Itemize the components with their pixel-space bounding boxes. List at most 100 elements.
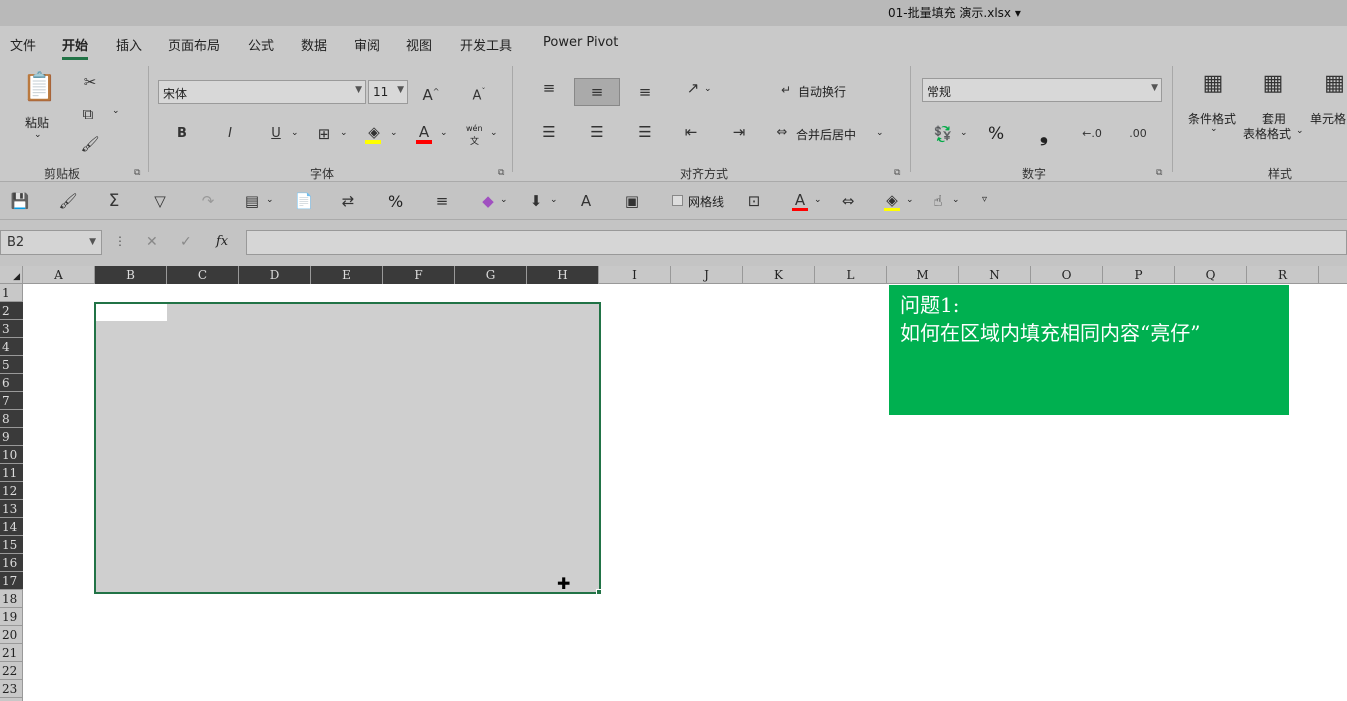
- row-23[interactable]: 23: [0, 680, 23, 698]
- tab-home[interactable]: 开始: [62, 35, 89, 60]
- column-h[interactable]: H: [527, 266, 599, 284]
- column-o[interactable]: O: [1031, 266, 1103, 284]
- format-painter-icon[interactable]: 🖌: [58, 191, 78, 211]
- percent-style-button[interactable]: %: [988, 124, 1004, 144]
- row-6[interactable]: 6: [0, 374, 23, 392]
- fill-color-dropdown-icon[interactable]: ⌄: [906, 195, 914, 205]
- merge-icon[interactable]: ⇔: [838, 191, 858, 211]
- cell-styles-button[interactable]: 单元格: [1310, 110, 1346, 127]
- fill-color-icon[interactable]: ◈: [882, 190, 902, 210]
- row-13[interactable]: 13: [0, 500, 23, 518]
- column-a[interactable]: A: [23, 266, 95, 284]
- align-top-icon[interactable]: ≡: [538, 78, 560, 98]
- column-e[interactable]: E: [311, 266, 383, 284]
- column-i[interactable]: I: [599, 266, 671, 284]
- row-18[interactable]: 18: [0, 590, 23, 608]
- tab-insert[interactable]: 插入: [116, 35, 142, 54]
- tab-file[interactable]: 文件: [10, 35, 36, 54]
- row-8[interactable]: 8: [0, 410, 23, 428]
- wrap-text-button[interactable]: 自动换行: [798, 83, 846, 100]
- font-color-icon[interactable]: A: [790, 190, 810, 210]
- column-m[interactable]: M: [887, 266, 959, 284]
- italic-icon[interactable]: I: [220, 124, 240, 144]
- decrease-decimal-icon[interactable]: .00: [1126, 124, 1150, 144]
- row-10[interactable]: 10: [0, 446, 23, 464]
- font-color-dropdown-icon[interactable]: ⌄: [440, 128, 448, 138]
- clear-icon[interactable]: ◆: [478, 191, 498, 211]
- merge-center-icon[interactable]: ⇔: [772, 123, 792, 143]
- format-painter-icon[interactable]: 🖌: [80, 134, 100, 154]
- row-11[interactable]: 11: [0, 464, 23, 482]
- select-all-corner[interactable]: ◢: [0, 266, 23, 284]
- tab-power-pivot[interactable]: Power Pivot: [543, 35, 618, 50]
- font-size-combo[interactable]: 11 ▼: [368, 80, 408, 104]
- accounting-format-icon[interactable]: 💱: [932, 124, 954, 144]
- paste-dropdown-icon[interactable]: ⌄: [34, 130, 42, 140]
- underline-icon[interactable]: U: [266, 124, 286, 144]
- copy-dropdown-icon[interactable]: ⌄: [112, 106, 120, 116]
- formula-bar-more-icon[interactable]: ⋮: [114, 234, 126, 248]
- column-n[interactable]: N: [959, 266, 1031, 284]
- font-launcher-icon[interactable]: ⧉: [498, 168, 504, 178]
- filter-icon[interactable]: ▽: [150, 191, 170, 211]
- increase-font-icon[interactable]: A^: [420, 82, 442, 105]
- accounting-dropdown-icon[interactable]: ⌄: [960, 128, 968, 138]
- align-middle-icon[interactable]: ≡: [574, 78, 620, 106]
- align-icon[interactable]: ≡: [432, 191, 452, 211]
- selected-range[interactable]: [94, 302, 601, 594]
- save-icon[interactable]: 💾: [10, 191, 30, 211]
- row-1[interactable]: 1: [0, 284, 23, 302]
- border-dropdown-icon[interactable]: ⌄: [340, 128, 348, 138]
- tab-developer[interactable]: 开发工具: [460, 35, 512, 54]
- row-16[interactable]: 16: [0, 554, 23, 572]
- paste-button[interactable]: 粘贴: [25, 114, 49, 131]
- table-format-button-2[interactable]: 表格格式: [1243, 125, 1291, 142]
- fill-color-icon[interactable]: ◈: [364, 122, 384, 142]
- column-b[interactable]: B: [95, 266, 167, 284]
- conditional-format-icon[interactable]: ▦: [1198, 73, 1228, 95]
- row-21[interactable]: 21: [0, 644, 23, 662]
- fill-dropdown-icon[interactable]: ⌄: [550, 195, 558, 205]
- column-d[interactable]: D: [239, 266, 311, 284]
- row-22[interactable]: 22: [0, 662, 23, 680]
- orientation-dropdown-icon[interactable]: ⌄: [704, 84, 712, 94]
- tab-page-layout[interactable]: 页面布局: [168, 35, 220, 54]
- fill-color-dropdown-icon[interactable]: ⌄: [390, 128, 398, 138]
- number-format-combo[interactable]: 常规 ▼: [922, 78, 1162, 102]
- cut-icon[interactable]: ✂: [80, 72, 100, 92]
- align-left-icon[interactable]: ☰: [538, 122, 560, 142]
- wrap-text-icon[interactable]: ↵: [776, 80, 796, 100]
- insert-function-icon[interactable]: fx: [216, 234, 228, 249]
- bold-icon[interactable]: B: [172, 124, 192, 144]
- insert-dropdown-icon[interactable]: ⌄: [266, 195, 274, 205]
- column-p[interactable]: P: [1103, 266, 1175, 284]
- row-19[interactable]: 19: [0, 608, 23, 626]
- column-k[interactable]: K: [743, 266, 815, 284]
- touch-dropdown-icon[interactable]: ⌄: [952, 195, 960, 205]
- number-launcher-icon[interactable]: ⧉: [1156, 168, 1162, 178]
- window-title[interactable]: 01-批量填充 演示.xlsx ▾: [888, 4, 1021, 21]
- alignment-launcher-icon[interactable]: ⧉: [894, 168, 900, 178]
- gridlines-checkbox[interactable]: [672, 195, 683, 206]
- row-2[interactable]: 2: [0, 302, 23, 320]
- clipboard-launcher-icon[interactable]: ⧉: [134, 168, 140, 178]
- autosum-icon[interactable]: Σ: [104, 191, 124, 211]
- formula-input[interactable]: [246, 230, 1347, 255]
- touch-mode-icon[interactable]: ☝: [928, 191, 948, 211]
- row-3[interactable]: 3: [0, 320, 23, 338]
- borders-icon[interactable]: ⊡: [744, 191, 764, 211]
- tab-view[interactable]: 视图: [406, 35, 432, 54]
- cell-styles-icon[interactable]: ▦: [1322, 73, 1347, 95]
- copy-icon[interactable]: ⧉: [78, 104, 98, 124]
- percent-button[interactable]: %: [388, 192, 403, 211]
- clear-dropdown-icon[interactable]: ⌄: [500, 195, 508, 205]
- swap-icon[interactable]: ⇄: [338, 191, 358, 211]
- fill-down-icon[interactable]: ⬇: [526, 191, 546, 211]
- freeze-panes-icon[interactable]: ▣: [622, 191, 642, 211]
- row-14[interactable]: 14: [0, 518, 23, 536]
- font-size-icon[interactable]: A: [576, 191, 596, 211]
- font-color-dropdown-icon[interactable]: ⌄: [814, 195, 822, 205]
- cancel-icon[interactable]: ✕: [146, 234, 158, 250]
- phonetic-guide-icon[interactable]: wén: [466, 124, 483, 133]
- redo-icon[interactable]: ↷: [198, 191, 218, 211]
